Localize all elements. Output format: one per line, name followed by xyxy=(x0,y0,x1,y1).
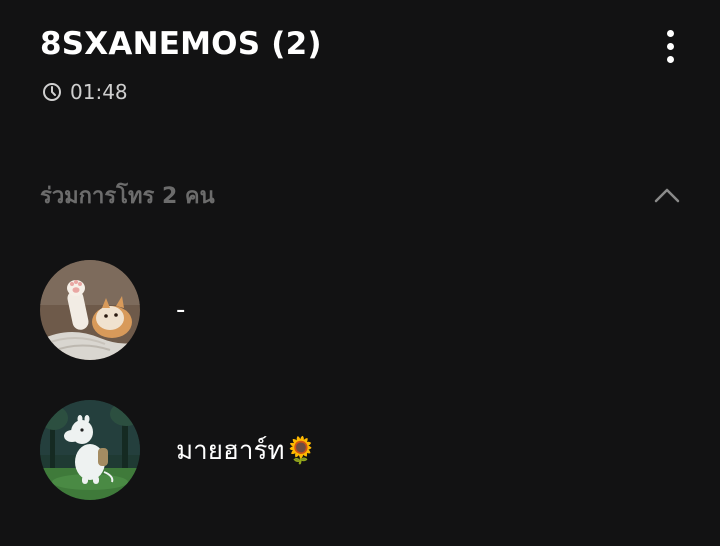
participant-row[interactable]: - xyxy=(40,260,680,360)
moomin-avatar xyxy=(40,400,140,500)
call-title: 8SXANEMOS (2) xyxy=(40,26,322,62)
more-vertical-icon xyxy=(666,29,674,37)
chevron-up-icon[interactable] xyxy=(654,187,680,203)
cat-avatar xyxy=(40,260,140,360)
more-options-button[interactable] xyxy=(650,26,690,66)
call-duration-text: 01:48 xyxy=(70,80,128,104)
call-duration: 01:48 xyxy=(42,80,128,104)
participants-header[interactable]: ร่วมการโทร 2 คน xyxy=(40,178,680,212)
participant-name: มายฮาร์ท🌻 xyxy=(176,435,317,466)
clock-icon xyxy=(42,82,62,102)
participant-name: - xyxy=(176,295,186,325)
participant-row[interactable]: มายฮาร์ท🌻 xyxy=(40,400,680,500)
participants-count-label: ร่วมการโทร 2 คน xyxy=(40,183,215,209)
call-info-screen: 8SXANEMOS (2) 01:48 ร่วมการโทร 2 คน - มา… xyxy=(0,0,720,546)
more-vertical-icon-dot xyxy=(666,55,674,63)
more-vertical-icon-dot xyxy=(666,42,674,50)
